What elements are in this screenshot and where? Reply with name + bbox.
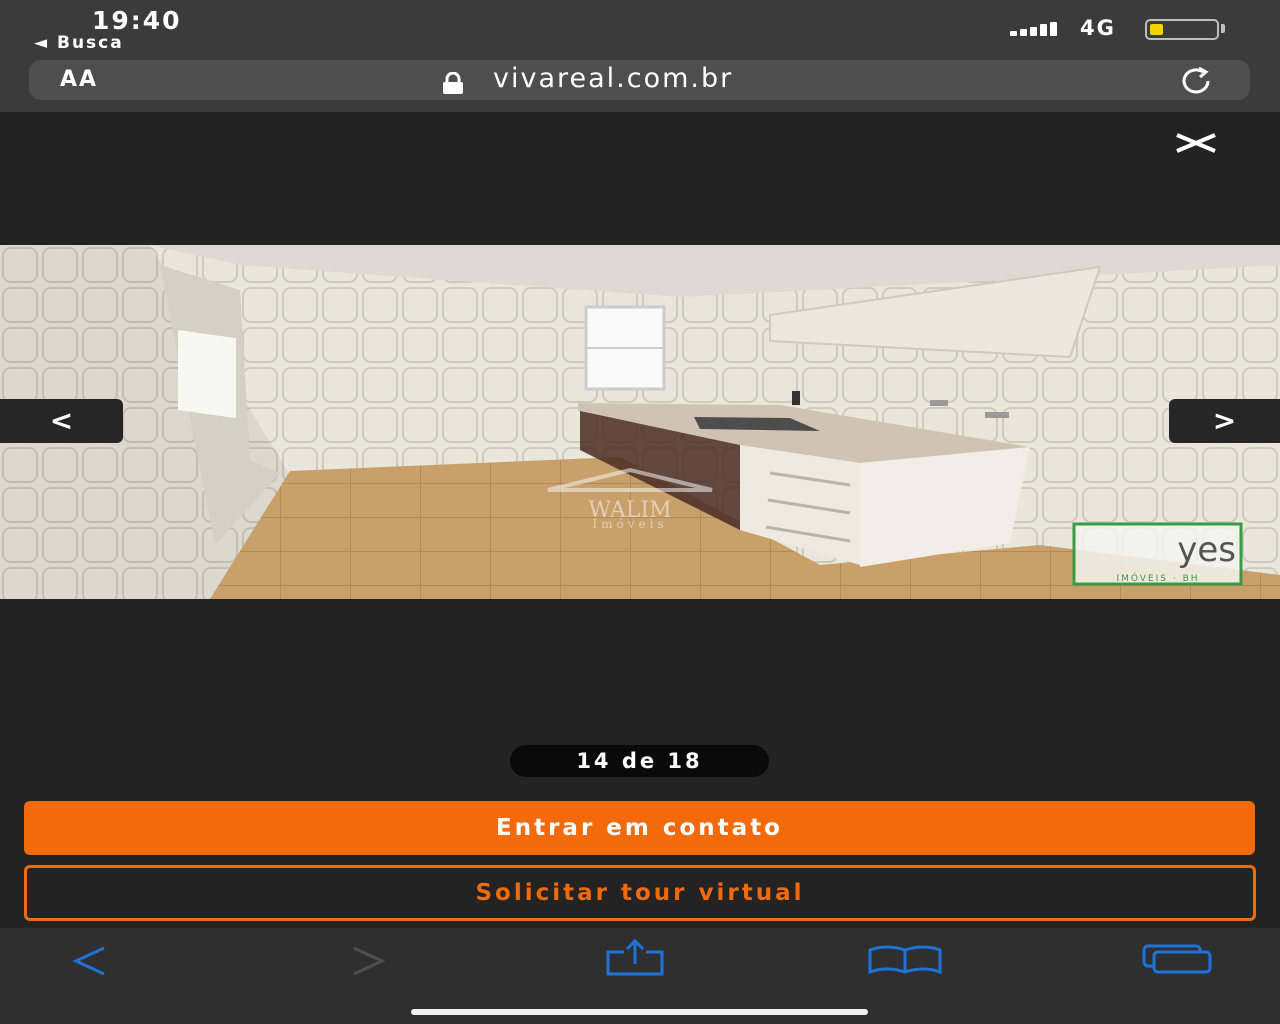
home-indicator[interactable] xyxy=(411,1009,868,1015)
status-bar: 19:40 ◄ Busca 4G xyxy=(0,0,1280,58)
status-time: 19:40 xyxy=(92,6,182,35)
reload-icon[interactable] xyxy=(1172,66,1220,96)
battery-icon xyxy=(1145,19,1219,40)
watermark-yes-logo: yes IMÓVEIS · BH xyxy=(1072,522,1243,586)
tabs-icon[interactable] xyxy=(1140,942,1214,976)
photo-counter: 14 de 18 xyxy=(510,745,769,777)
forward-icon[interactable] xyxy=(348,944,388,978)
watermark-yes-sub: IMÓVEIS · BH xyxy=(1116,572,1199,584)
watermark-yes-text: yes xyxy=(1177,530,1236,570)
battery-cap xyxy=(1221,24,1225,33)
network-type: 4G xyxy=(1080,16,1116,40)
kitchen-photo-image: WALIM Imóveis yes IMÓVEIS · BH xyxy=(0,245,1280,599)
next-photo-button[interactable]: > xyxy=(1169,399,1280,443)
close-icon[interactable] xyxy=(1172,128,1220,158)
virtual-tour-button[interactable]: Solicitar tour virtual xyxy=(24,865,1256,921)
contact-button[interactable]: Entrar em contato xyxy=(24,801,1255,855)
back-icon[interactable] xyxy=(70,944,110,978)
chevron-right-icon: > xyxy=(1212,404,1237,437)
back-to-app-link[interactable]: ◄ Busca xyxy=(34,33,124,53)
signal-strength-icon xyxy=(1010,22,1068,36)
bookmarks-icon[interactable] xyxy=(866,944,944,976)
share-icon[interactable] xyxy=(604,938,666,978)
watermark-center-sub: Imóveis xyxy=(592,517,667,531)
url-text[interactable]: vivareal.com.br xyxy=(493,63,733,94)
battery-level-fill xyxy=(1150,24,1163,35)
previous-photo-button[interactable]: < xyxy=(0,399,123,443)
chevron-left-icon: < xyxy=(49,404,74,437)
gallery-photo[interactable]: WALIM Imóveis yes IMÓVEIS · BH xyxy=(0,245,1280,599)
lock-icon xyxy=(443,72,463,94)
reader-options-button[interactable]: AA xyxy=(60,67,98,92)
